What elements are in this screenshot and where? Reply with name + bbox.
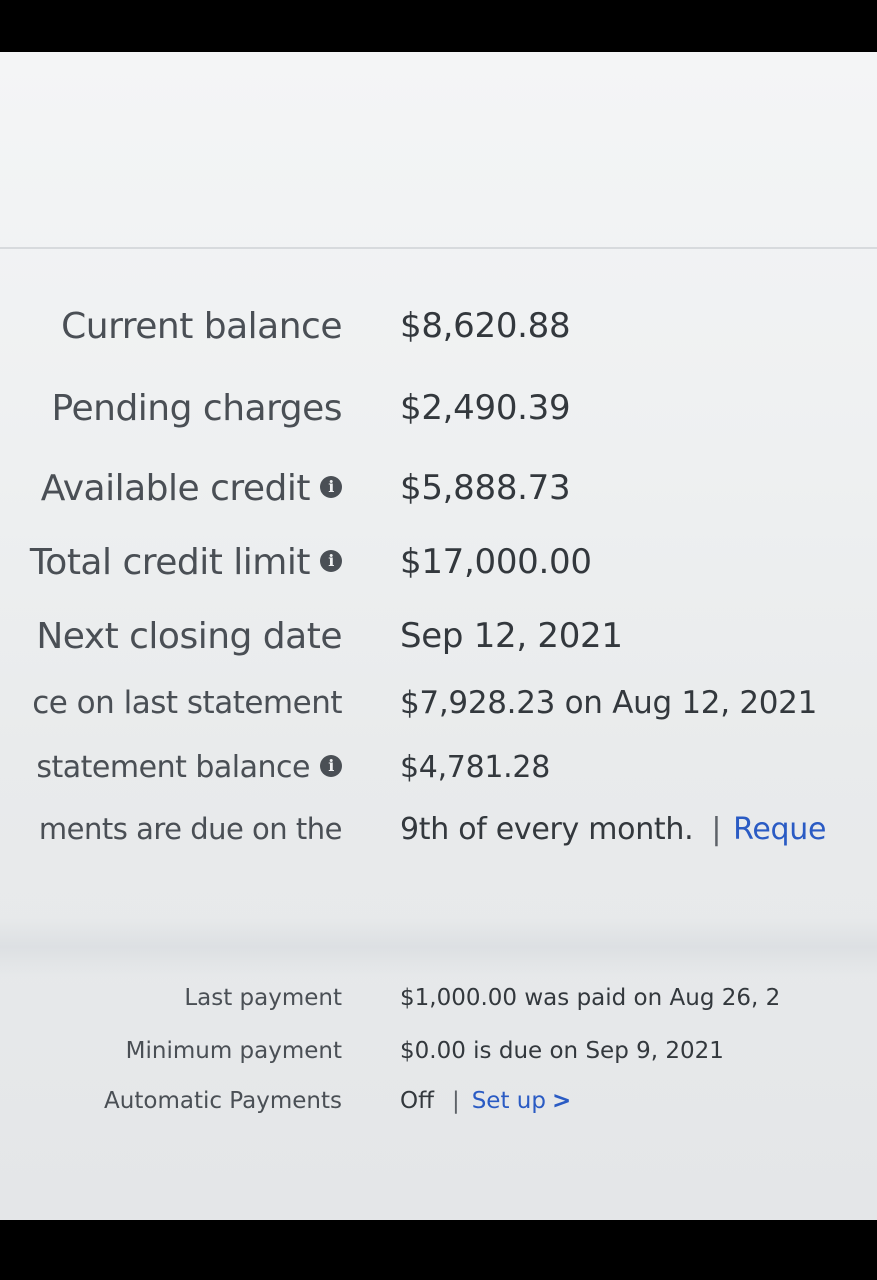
total-credit-limit-value: $17,000.00 [400,542,592,582]
account-screen: Current balance $8,620.88 Pending charge… [0,52,877,1220]
chevron-right-icon[interactable]: > [552,1088,571,1114]
statement-balance-text: statement balance [36,750,310,785]
section-divider [0,247,877,249]
total-credit-limit-label: Total credit limit i [30,542,342,583]
available-credit-row: Available credit i $5,888.73 [0,468,877,518]
last-payment-row: Last payment $1,000.00 was paid on Aug 2… [0,985,877,1035]
current-balance-value: $8,620.88 [400,306,571,346]
pending-charges-value: $2,490.39 [400,388,571,428]
setup-link[interactable]: Set up [472,1088,546,1114]
automatic-payments-label: Automatic Payments [104,1088,342,1114]
automatic-payments-row: Automatic Payments Off | Set up > [0,1088,877,1138]
statement-balance-value: $4,781.28 [400,750,550,785]
automatic-payments-value: Off | Set up > [400,1088,571,1114]
separator: | [451,1088,460,1114]
last-statement-value: $7,928.23 on Aug 12, 2021 [400,685,818,721]
pending-charges-label: Pending charges [51,388,343,429]
last-statement-label: ce on last statement [32,685,342,721]
last-payment-label: Last payment [184,985,342,1011]
payments-due-row: ments are due on the 9th of every month.… [0,812,877,862]
payments-due-label: ments are due on the [38,812,343,846]
section-divider-2 [0,917,877,977]
current-balance-label: Current balance [61,306,342,347]
minimum-payment-value: $0.00 is due on Sep 9, 2021 [400,1038,724,1064]
last-payment-value: $1,000.00 was paid on Aug 26, 2 [400,985,781,1011]
total-credit-limit-text: Total credit limit [29,542,311,583]
statement-balance-label: statement balance i [36,750,342,785]
request-link[interactable]: Reque [733,812,826,847]
separator: | [711,812,722,847]
automatic-payments-status: Off [400,1088,434,1114]
available-credit-text: Available credit [40,468,311,509]
payments-due-value: 9th of every month. | Reque [400,812,826,847]
payments-due-text: 9th of every month. [400,812,694,847]
next-closing-date-label: Next closing date [36,616,342,657]
info-icon[interactable]: i [320,550,342,572]
info-icon[interactable]: i [320,476,342,498]
minimum-payment-label: Minimum payment [125,1038,342,1064]
statement-balance-row: statement balance i $4,781.28 [0,750,877,800]
next-closing-date-row: Next closing date Sep 12, 2021 [0,616,877,666]
info-icon[interactable]: i [320,754,342,777]
last-statement-row: ce on last statement $7,928.23 on Aug 12… [0,685,877,735]
available-credit-label: Available credit i [41,468,342,509]
available-credit-value: $5,888.73 [400,468,571,508]
total-credit-limit-row: Total credit limit i $17,000.00 [0,542,877,592]
next-closing-date-value: Sep 12, 2021 [400,616,623,656]
pending-charges-row: Pending charges $2,490.39 [0,388,877,438]
minimum-payment-row: Minimum payment $0.00 is due on Sep 9, 2… [0,1038,877,1088]
current-balance-row: Current balance $8,620.88 [0,306,877,356]
